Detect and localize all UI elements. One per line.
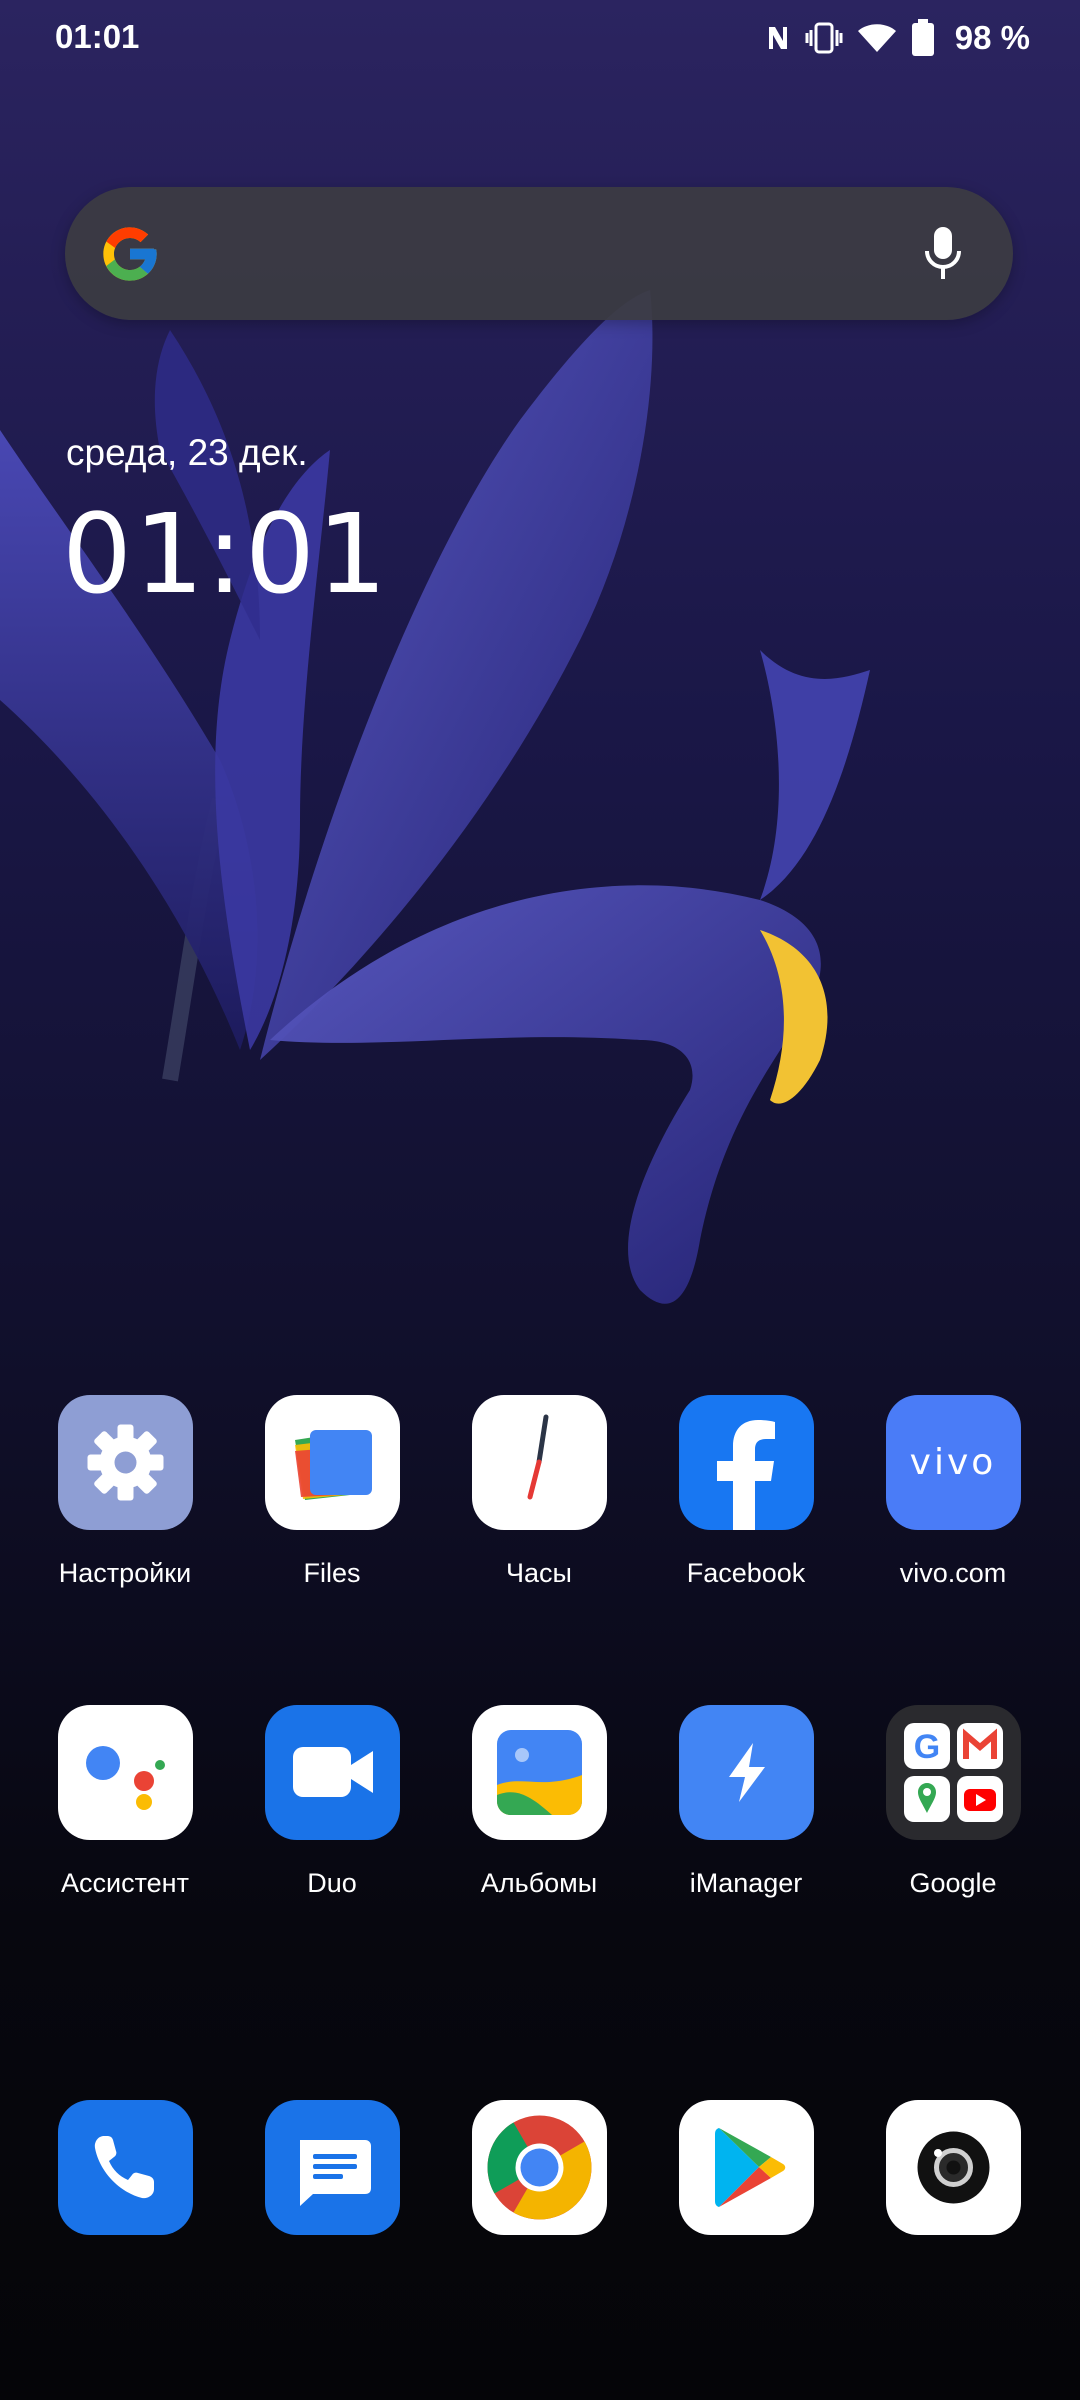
duo-camera-icon	[264, 1705, 400, 1840]
app-folder-google[interactable]: G Google	[863, 1705, 1043, 1899]
app-label: Ассистент	[61, 1868, 189, 1898]
app-label: vivo.com	[899, 1558, 1007, 1588]
dock-play-store[interactable]	[656, 2100, 836, 2235]
vivo-icon: vivo	[885, 1395, 1021, 1530]
status-time: 01:01	[55, 18, 140, 55]
google-folder-icon: G	[885, 1705, 1021, 1840]
files-icon	[264, 1395, 400, 1530]
app-duo[interactable]: Duo	[242, 1705, 422, 1899]
svg-text:G: G	[913, 1728, 939, 1766]
wifi-icon	[857, 24, 896, 52]
app-vivo[interactable]: vivo vivo.com	[863, 1395, 1043, 1589]
app-clock[interactable]: Часы	[449, 1395, 629, 1589]
vibrate-icon	[805, 22, 843, 54]
app-label: Duo	[307, 1868, 357, 1898]
app-imanager[interactable]: iManager	[656, 1705, 836, 1899]
play-store-icon	[678, 2100, 814, 2235]
dock-messages[interactable]	[242, 2100, 422, 2235]
app-label: Facebook	[686, 1558, 806, 1588]
app-files[interactable]: Files	[242, 1395, 422, 1589]
app-label: Files	[303, 1558, 361, 1588]
chrome-icon	[471, 2100, 607, 2235]
date-widget[interactable]: среда, 23 дек.	[66, 432, 308, 474]
status-bar: 01:01 98 %	[0, 0, 1080, 78]
dock-chrome[interactable]	[449, 2100, 629, 2235]
dock-camera[interactable]	[863, 2100, 1043, 2235]
mic-icon[interactable]	[923, 225, 963, 283]
google-g-icon	[103, 227, 157, 281]
google-search-bar[interactable]	[65, 187, 1013, 320]
phone-icon	[57, 2100, 193, 2235]
app-settings[interactable]: Настройки	[35, 1395, 215, 1589]
app-assistant[interactable]: Ассистент	[35, 1705, 215, 1899]
nfc-icon	[768, 27, 787, 49]
battery-icon	[911, 19, 934, 56]
assistant-icon	[57, 1705, 193, 1840]
settings-gear-icon	[57, 1395, 193, 1530]
clock-icon	[471, 1395, 607, 1530]
app-albums[interactable]: Альбомы	[449, 1705, 629, 1899]
vivo-icon-text: vivo	[909, 1442, 997, 1483]
app-label: Альбомы	[480, 1868, 598, 1898]
clock-widget[interactable]: 01:01	[62, 490, 389, 618]
app-label: iManager	[689, 1868, 803, 1898]
dock-phone[interactable]	[35, 2100, 215, 2235]
battery-percent: 98 %	[954, 19, 1030, 56]
status-icons: 98 %	[765, 16, 1030, 60]
facebook-icon	[678, 1395, 814, 1530]
imanager-bolt-icon	[678, 1705, 814, 1840]
camera-icon	[885, 2100, 1021, 2235]
app-label: Настройки	[58, 1558, 192, 1588]
albums-icon	[471, 1705, 607, 1840]
app-facebook[interactable]: Facebook	[656, 1395, 836, 1589]
app-label: Часы	[506, 1558, 572, 1588]
app-label: Google	[909, 1868, 997, 1898]
messages-icon	[264, 2100, 400, 2235]
